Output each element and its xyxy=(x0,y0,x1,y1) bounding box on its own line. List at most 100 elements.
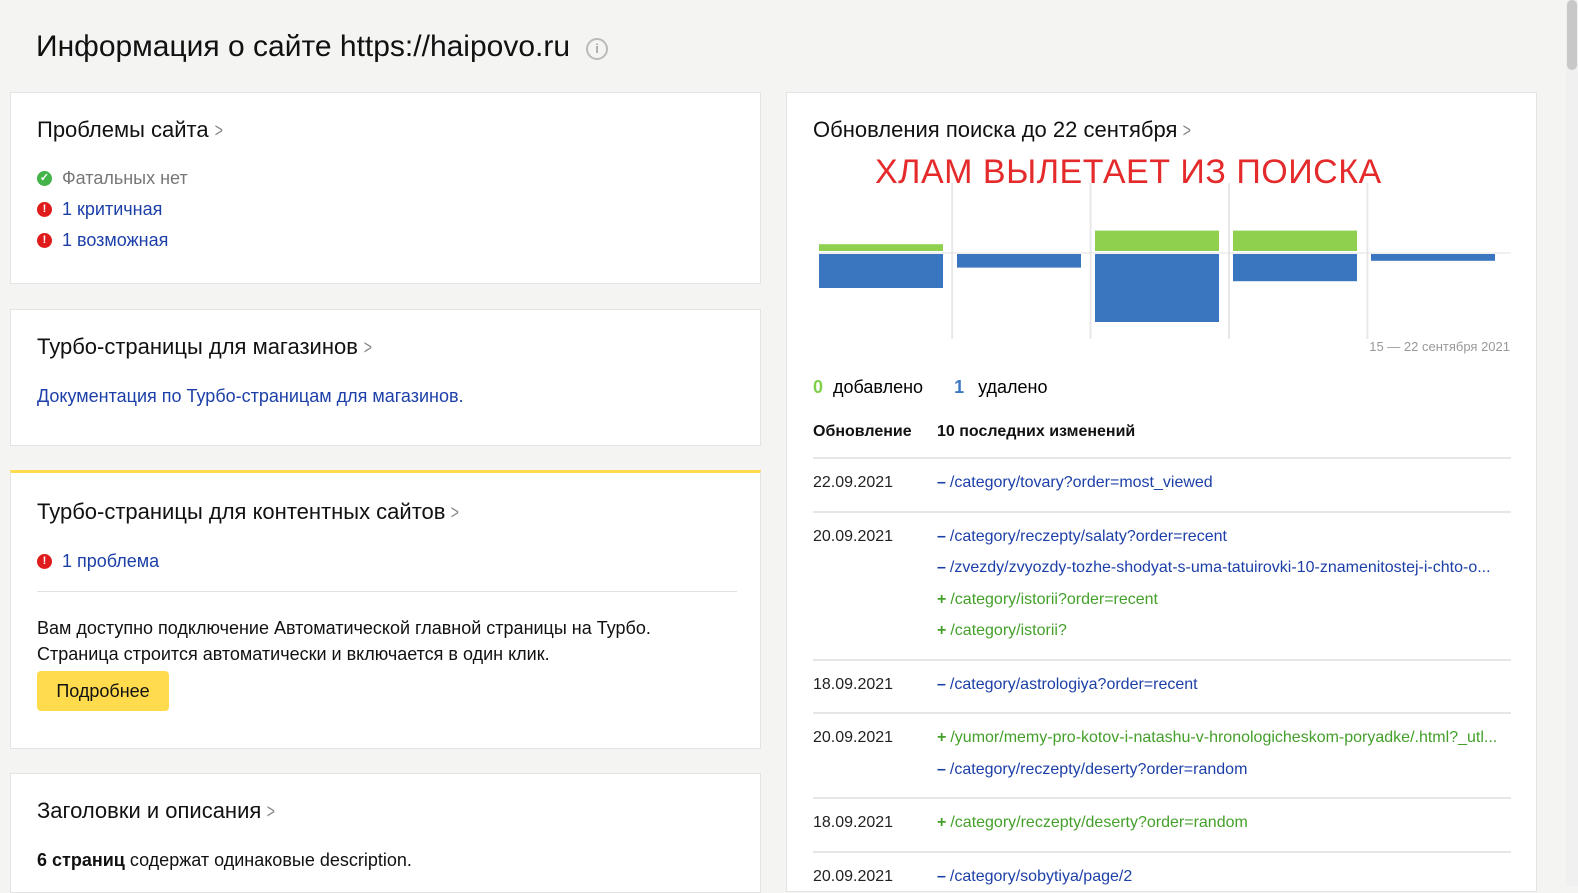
chevron-right-icon: > xyxy=(1183,120,1192,142)
update-date: 20.09.2021 xyxy=(813,729,894,746)
turbo-content-description: Вам доступно подключение Автоматической … xyxy=(37,615,651,667)
change-url[interactable]: /category/istorii?order=recent xyxy=(950,591,1158,608)
headers-title[interactable]: Заголовки и описания > xyxy=(37,798,277,824)
more-button[interactable]: Подробнее xyxy=(37,671,169,711)
change-url[interactable]: /zvezdy/zvyozdy-tozhe-shodyat-s-uma-tatu… xyxy=(950,559,1491,576)
turbo-shops-title-text: Турбо-страницы для магазинов xyxy=(37,334,358,359)
turbo-shops-card: Турбо-страницы для магазинов > Документац… xyxy=(10,309,761,446)
search-updates-title[interactable]: Обновления поиска до 22 сентября > xyxy=(813,117,1193,143)
row-separator xyxy=(813,797,1511,799)
removed-url-link[interactable]: –/zvezdy/zvyozdy-tozhe-shodyat-s-uma-tat… xyxy=(937,559,1507,577)
alert-icon: ! xyxy=(37,233,52,248)
headers-text: содержат одинаковые description. xyxy=(124,850,412,870)
search-updates-title-text: Обновления поиска до 22 сентября xyxy=(813,117,1178,142)
removed-url-link[interactable]: –/category/sobytiya/page/2 xyxy=(937,868,1507,886)
page-title: Информация о сайте https://haipovo.ru i xyxy=(36,30,609,64)
update-stats: 0 добавлено 1 удалено xyxy=(813,377,1047,398)
col-update-header: Обновление xyxy=(813,423,912,440)
headers-card: Заголовки и описания > 6 страниц содержат… xyxy=(10,773,761,893)
turbo-content-problem[interactable]: ! 1 проблема xyxy=(37,551,159,572)
status-fatal: ✓ Фатальных нет xyxy=(37,168,188,189)
minus-icon: – xyxy=(937,760,946,778)
change-url[interactable]: /category/tovary?order=most_viewed xyxy=(950,474,1213,491)
status-possible-link[interactable]: 1 возможная xyxy=(62,230,168,251)
check-icon: ✓ xyxy=(37,171,52,186)
bar-removed-3 xyxy=(1233,254,1357,282)
removed-url-link[interactable]: –/category/astrologiya?order=recent xyxy=(937,676,1507,694)
chevron-right-icon: > xyxy=(267,801,276,823)
turbo-content-title[interactable]: Турбо-страницы для контентных сайтов > xyxy=(37,499,461,525)
overlay-caption: ХЛАМ ВЫЛЕТАЕТ ИЗ ПОИСКА xyxy=(875,153,1382,191)
scrollbar[interactable] xyxy=(1566,0,1578,886)
change-url[interactable]: /category/reczepty/deserty?order=random xyxy=(950,814,1247,831)
search-updates-card: Обновления поиска до 22 сентября > ХЛАМ В… xyxy=(786,92,1537,892)
removed-url-link[interactable]: –/category/reczepty/deserty?order=random xyxy=(937,761,1507,779)
turbo-content-title-text: Турбо-страницы для контентных сайтов xyxy=(37,499,446,524)
bar-added-0 xyxy=(819,244,943,251)
chart-date-range: 15 — 22 сентября 2021 xyxy=(1369,339,1510,354)
change-url[interactable]: /category/reczepty/deserty?order=random xyxy=(950,761,1247,778)
update-date: 18.09.2021 xyxy=(813,814,894,831)
row-separator xyxy=(813,658,1511,661)
problems-title-text: Проблемы сайта xyxy=(37,117,209,142)
headers-info: 6 страниц содержат одинаковые descriptio… xyxy=(37,850,412,871)
minus-icon: – xyxy=(937,867,946,885)
turbo-shops-title[interactable]: Турбо-страницы для магазинов > xyxy=(37,334,374,360)
added-url-link[interactable]: +/yumor/memy-pro-kotov-i-natashu-v-hrono… xyxy=(937,729,1507,747)
row-separator xyxy=(813,850,1511,853)
change-url[interactable]: /category/sobytiya/page/2 xyxy=(950,868,1132,885)
scrollbar-thumb[interactable] xyxy=(1567,0,1577,70)
minus-icon: – xyxy=(937,474,946,491)
bar-removed-0 xyxy=(819,254,943,288)
plus-icon: + xyxy=(937,814,947,831)
alert-icon: ! xyxy=(37,554,52,569)
minus-icon: – xyxy=(937,527,946,545)
removed-label: удалено xyxy=(978,377,1048,397)
page-title-text: Информация о сайте https://haipovo.ru xyxy=(36,30,571,63)
description-line-1: Вам доступно подключение Автоматической … xyxy=(37,618,651,638)
problems-title[interactable]: Проблемы сайта > xyxy=(37,117,224,143)
change-url[interactable]: /yumor/memy-pro-kotov-i-natashu-v-hronol… xyxy=(950,729,1497,746)
col-changes-header: 10 последних изменений xyxy=(937,423,1136,440)
change-url[interactable]: /category/istorii? xyxy=(950,622,1067,639)
status-critical-link[interactable]: 1 критичная xyxy=(62,199,162,220)
status-fatal-text: Фатальных нет xyxy=(62,168,188,188)
update-date: 22.09.2021 xyxy=(813,474,894,491)
minus-icon: – xyxy=(937,675,946,693)
turbo-content-problem-link[interactable]: 1 проблема xyxy=(62,551,159,572)
bar-added-3 xyxy=(1233,230,1357,251)
added-url-link[interactable]: +/category/istorii?order=recent xyxy=(937,591,1507,609)
info-icon[interactable]: i xyxy=(586,38,609,60)
turbo-content-card: Турбо-страницы для контентных сайтов > ! 1… xyxy=(10,470,761,749)
update-date: 20.09.2021 xyxy=(813,867,894,885)
headers-count: 6 страниц xyxy=(37,850,125,870)
status-critical[interactable]: ! 1 критичная xyxy=(37,199,162,220)
chevron-right-icon: > xyxy=(214,120,223,142)
added-label: добавлено xyxy=(833,377,924,397)
minus-icon: – xyxy=(937,559,946,576)
row-separator xyxy=(813,457,1511,459)
plus-icon: + xyxy=(937,590,947,608)
update-date: 20.09.2021 xyxy=(813,527,894,545)
added-url-link[interactable]: +/category/istorii? xyxy=(937,622,1507,640)
divider xyxy=(37,591,737,592)
chevron-right-icon: > xyxy=(363,337,372,359)
added-url-link[interactable]: +/category/reczepty/deserty?order=random xyxy=(937,814,1507,832)
bar-removed-2 xyxy=(1095,254,1219,322)
bar-added-2 xyxy=(1095,230,1219,251)
added-count: 0 xyxy=(813,377,824,397)
description-line-2: Страница строится автоматически и включа… xyxy=(37,644,550,664)
plus-icon: + xyxy=(937,729,947,746)
removed-url-link[interactable]: –/category/reczepty/salaty?order=recent xyxy=(937,528,1507,546)
alert-icon: ! xyxy=(37,202,52,217)
turbo-shops-doc-link[interactable]: Документация по Турбо-страницам для мага… xyxy=(37,386,464,407)
status-possible[interactable]: ! 1 возможная xyxy=(37,230,168,251)
bar-removed-1 xyxy=(957,254,1081,268)
headers-title-text: Заголовки и описания xyxy=(37,798,262,823)
removed-url-link[interactable]: –/category/tovary?order=most_viewed xyxy=(937,474,1507,492)
change-url[interactable]: /category/reczepty/salaty?order=recent xyxy=(950,528,1227,545)
row-separator xyxy=(813,712,1511,714)
plus-icon: + xyxy=(937,622,947,639)
change-url[interactable]: /category/astrologiya?order=recent xyxy=(950,676,1198,693)
bar-removed-4 xyxy=(1371,254,1495,261)
